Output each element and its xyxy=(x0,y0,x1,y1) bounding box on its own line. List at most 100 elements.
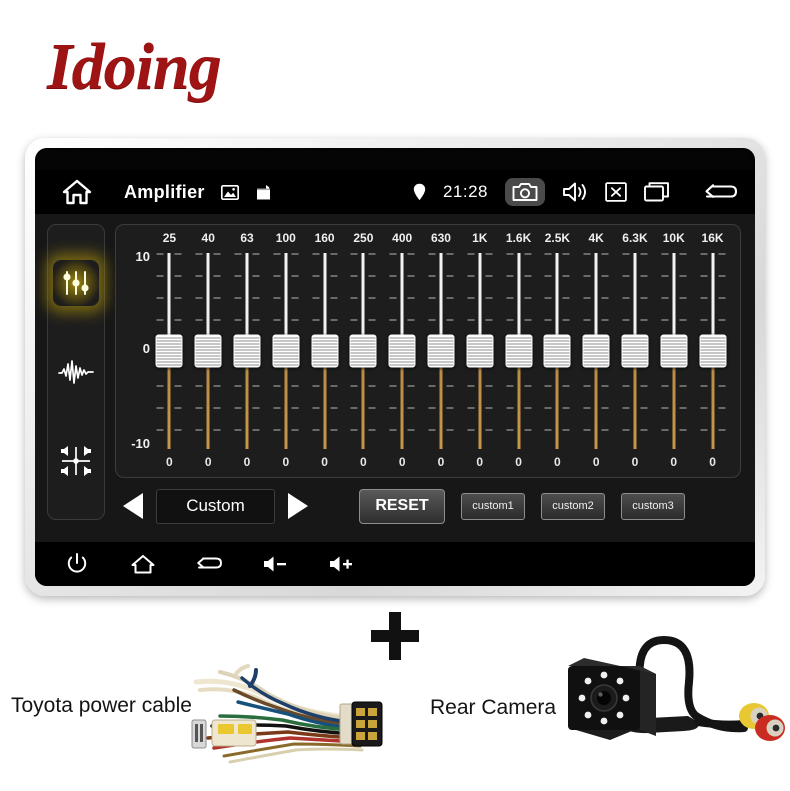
nav-volume-down-button[interactable] xyxy=(247,542,303,586)
home-icon[interactable] xyxy=(62,179,92,205)
arrow-left-icon[interactable] xyxy=(123,493,143,519)
head-unit-device: Amplifier 21:28 25 40 63 100 160 250 400… xyxy=(25,138,765,596)
back-arrow-icon[interactable] xyxy=(703,182,737,202)
slider-thumb[interactable] xyxy=(505,334,533,368)
eq-band-slider[interactable] xyxy=(460,251,499,451)
device-screen: Amplifier 21:28 25 40 63 100 160 250 400… xyxy=(35,148,755,586)
frequency-band-labels: 25 40 63 100 160 250 400 630 1K 1.6K 2.5K 4K 6.3K 10K… xyxy=(150,231,732,249)
band-value: 0 xyxy=(360,455,367,469)
band-value: 0 xyxy=(166,455,173,469)
band-frequency-label: 63 xyxy=(240,231,254,245)
equalizer-panel: 25 40 63 100 160 250 400 630 1K 1.6K 2.5K 4K 6.3K 10K… xyxy=(115,224,741,478)
band-value: 0 xyxy=(670,455,678,469)
band-frequency-label: 1.6K xyxy=(505,231,532,245)
slider-thumb[interactable] xyxy=(388,334,416,368)
preset-display[interactable]: Custom xyxy=(156,488,275,524)
band-frequency-label: 2.5K xyxy=(544,231,571,245)
image-icon[interactable] xyxy=(220,184,239,200)
band-frequency-label: 16K xyxy=(701,231,724,245)
slider-thumb[interactable] xyxy=(311,334,339,368)
slider-thumb[interactable] xyxy=(621,334,649,368)
status-bar-right: 21:28 xyxy=(396,178,737,206)
status-bar: Amplifier 21:28 xyxy=(35,170,755,214)
gain-axis: 10 0 -10 xyxy=(120,249,150,451)
band-value: 0 xyxy=(515,455,522,469)
slider-thumb[interactable] xyxy=(349,334,377,368)
close-box-icon[interactable] xyxy=(605,182,627,202)
band-value: 0 xyxy=(709,455,716,469)
eq-band-slider[interactable] xyxy=(383,251,422,451)
eq-band-slider[interactable] xyxy=(228,251,267,451)
eq-band-slider[interactable] xyxy=(344,251,383,451)
location-pin-icon[interactable] xyxy=(413,183,426,201)
axis-label-bottom: -10 xyxy=(131,436,150,451)
nav-power-button[interactable] xyxy=(49,542,105,586)
band-frequency-label: 400 xyxy=(392,231,413,245)
slider-thumb[interactable] xyxy=(155,334,183,368)
camera-label: Rear Camera xyxy=(430,696,557,719)
slider-thumb[interactable] xyxy=(272,334,300,368)
eq-band-slider[interactable] xyxy=(266,251,305,451)
waveform-icon xyxy=(58,360,94,384)
custom-preset-2[interactable]: custom2 xyxy=(541,492,605,520)
plus-symbol xyxy=(371,612,419,660)
eq-band-slider[interactable] xyxy=(577,251,616,451)
equalizer-icon xyxy=(63,271,89,296)
eq-band-slider[interactable] xyxy=(654,251,693,451)
slider-thumb[interactable] xyxy=(543,334,571,368)
nav-home-button[interactable] xyxy=(115,542,171,586)
band-value: 0 xyxy=(282,455,290,469)
band-frequency-label: 160 xyxy=(314,231,335,245)
sidebar-item-balance-fader[interactable] xyxy=(53,438,99,484)
cable-label: Toyota power cable xyxy=(11,694,192,717)
brand-logo: Idoing xyxy=(47,30,222,103)
eq-band-slider[interactable] xyxy=(150,251,189,451)
eq-band-slider[interactable] xyxy=(189,251,228,451)
recents-icon[interactable] xyxy=(644,182,669,202)
sidebar-item-waveform[interactable] xyxy=(53,349,99,395)
reset-button[interactable]: RESET xyxy=(359,488,445,524)
slider-thumb[interactable] xyxy=(233,334,261,368)
eq-band-slider[interactable] xyxy=(422,251,461,451)
eq-band-slider[interactable] xyxy=(305,251,344,451)
custom-preset-1[interactable]: custom1 xyxy=(461,492,525,520)
custom-preset-3[interactable]: custom3 xyxy=(621,492,685,520)
nav-back-button[interactable] xyxy=(181,542,237,586)
eq-band-slider[interactable] xyxy=(499,251,538,451)
home-icon xyxy=(131,555,155,574)
amplifier-content: 25 40 63 100 160 250 400 630 1K 1.6K 2.5K 4K 6.3K 10K… xyxy=(35,214,755,542)
slider-thumb[interactable] xyxy=(660,334,688,368)
band-frequency-label: 40 xyxy=(201,231,215,245)
preset-controls: Custom RESET custom1 custom2 custom3 xyxy=(115,486,741,526)
eq-band-slider[interactable] xyxy=(693,251,732,451)
camera-icon[interactable] xyxy=(505,178,545,206)
power-cable-image xyxy=(190,660,395,772)
slider-thumb[interactable] xyxy=(466,334,494,368)
band-frequency-label: 4K xyxy=(588,231,604,245)
power-icon xyxy=(67,553,87,573)
slider-row xyxy=(150,251,732,451)
status-bar-left: Amplifier xyxy=(35,179,272,205)
band-values: 0 0 0 0 0 0 0 0 0 0 0 0 0 0 0 xyxy=(150,455,732,473)
speaker-icon[interactable] xyxy=(562,181,588,203)
band-value: 0 xyxy=(554,455,561,469)
eq-band-slider[interactable] xyxy=(616,251,655,451)
band-frequency-label: 250 xyxy=(353,231,374,245)
band-frequency-label: 100 xyxy=(275,231,296,245)
eq-band-slider[interactable] xyxy=(538,251,577,451)
band-value: 0 xyxy=(321,455,328,469)
arrow-right-icon[interactable] xyxy=(288,493,308,519)
back-icon xyxy=(197,557,222,569)
slider-thumb[interactable] xyxy=(194,334,222,368)
bag-icon[interactable] xyxy=(255,184,272,201)
axis-label-top: 10 xyxy=(135,249,150,264)
slider-thumb[interactable] xyxy=(427,334,455,368)
slider-thumb[interactable] xyxy=(699,334,727,368)
band-value: 0 xyxy=(437,455,445,469)
axis-label-mid: 0 xyxy=(142,341,150,356)
band-value: 0 xyxy=(243,455,251,469)
band-frequency-label: 6.3K xyxy=(622,231,648,245)
slider-thumb[interactable] xyxy=(582,334,610,368)
sidebar-item-equalizer[interactable] xyxy=(53,260,99,307)
nav-volume-up-button[interactable] xyxy=(313,542,369,586)
